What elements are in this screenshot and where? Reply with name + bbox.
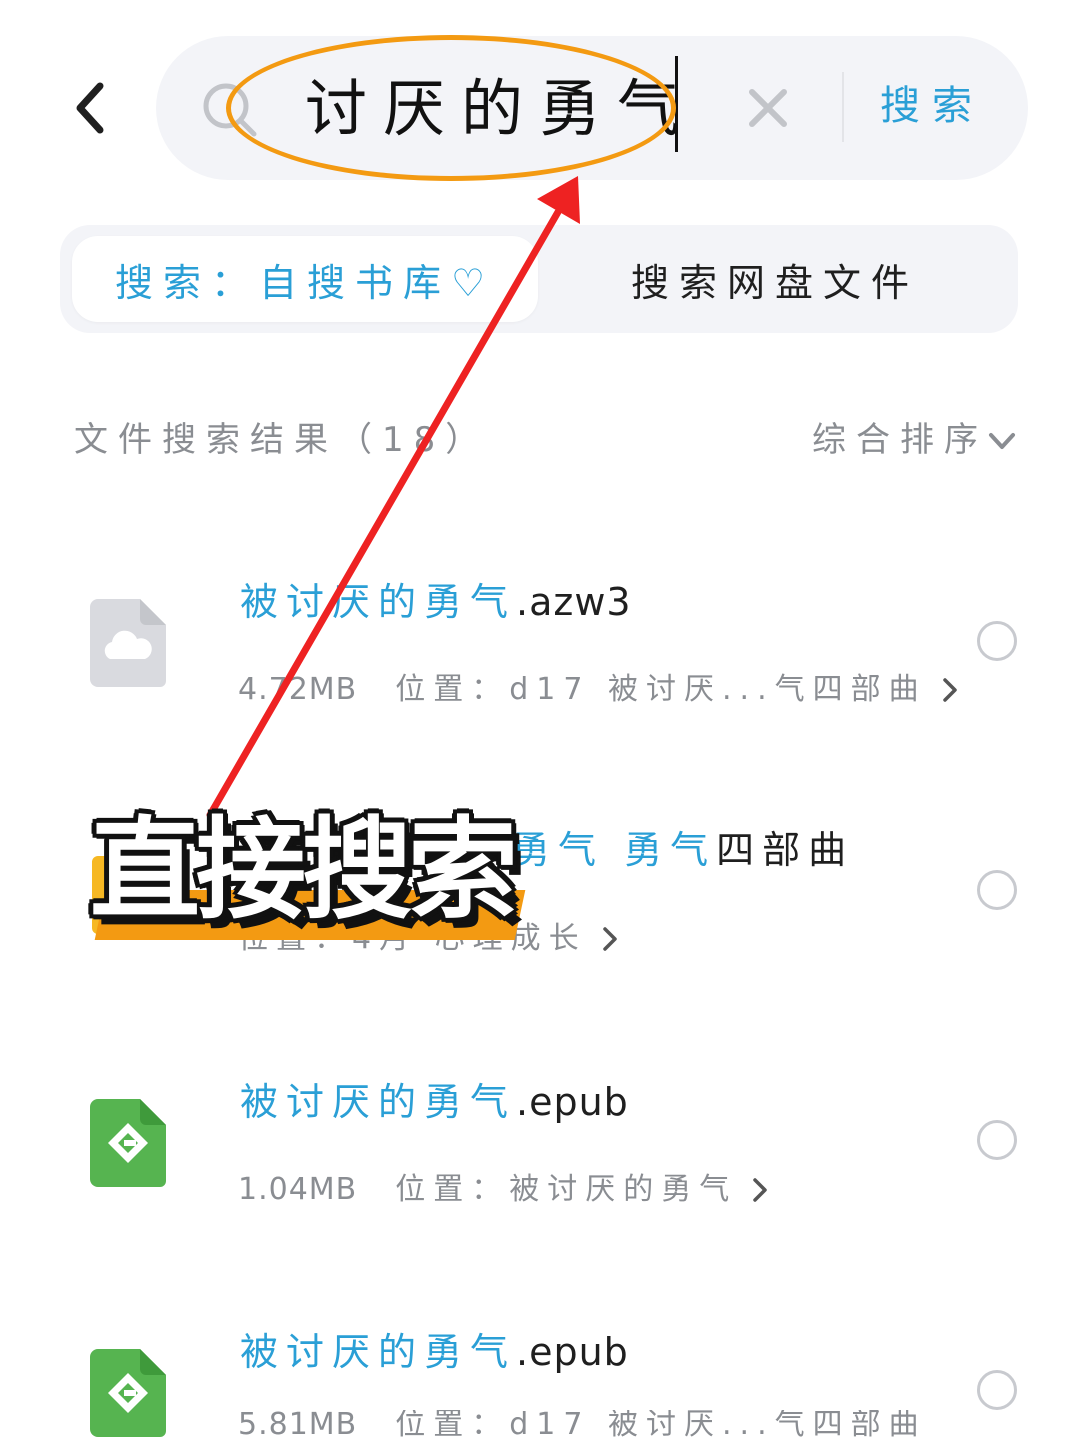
file-meta[interactable]: 4.72MB 位置：d17 被讨厌...气四部曲 <box>238 665 963 715</box>
file-location: 位置：d17 被讨厌...气四部曲 <box>395 672 927 707</box>
tab-self-library-label[interactable]: 搜索：自搜书库♡ <box>72 236 538 322</box>
file-extension: .azw3 <box>516 580 632 624</box>
file-name[interactable]: 被讨厌的勇气.epub <box>240 1072 629 1132</box>
file-location: 位置：d17 被讨厌...气四部曲 <box>395 1410 927 1440</box>
results-count-title: 文件搜索结果（18） <box>74 420 490 460</box>
file-size: 5.81MB <box>238 1410 358 1440</box>
select-radio[interactable] <box>977 1120 1017 1160</box>
select-radio[interactable] <box>977 621 1017 661</box>
file-size: 1.04MB <box>238 1172 358 1207</box>
file-name-highlight: 被讨厌的勇气 <box>240 580 517 624</box>
chevron-right-icon <box>753 1178 768 1202</box>
epub-icon <box>90 1349 166 1437</box>
back-button[interactable] <box>60 72 120 144</box>
file-name-highlight: 被讨厌的勇气 <box>240 1330 517 1374</box>
file-name-highlight: 被讨厌的勇气 <box>240 1080 517 1124</box>
cloud-file-icon <box>90 599 166 687</box>
file-meta[interactable]: 1.04MB 位置：被讨厌的勇气 <box>238 1165 773 1215</box>
search-submit-button[interactable]: 搜索 <box>880 76 984 136</box>
tab-netdisk-files[interactable]: 搜索网盘文件 <box>540 236 1010 322</box>
file-name-suffix: 四部曲 <box>716 828 855 872</box>
select-radio[interactable] <box>977 870 1017 910</box>
file-name[interactable]: 被讨厌的勇气.epub <box>240 1322 629 1382</box>
overlay-caption: 直接搜索 <box>90 806 518 934</box>
file-extension: .epub <box>516 1080 629 1124</box>
file-location: 位置：被讨厌的勇气 <box>395 1172 738 1207</box>
search-divider <box>842 72 844 142</box>
chevron-right-icon <box>942 678 957 702</box>
file-name-highlight: 勇气 勇气 <box>512 828 717 872</box>
chevron-left-icon <box>76 82 104 134</box>
file-name[interactable]: 被讨厌的勇气.azw3 <box>240 572 632 632</box>
sort-dropdown[interactable]: 综合排序 <box>812 412 988 468</box>
chevron-down-icon[interactable] <box>985 424 1019 458</box>
file-size: 4.72MB <box>238 672 358 707</box>
file-extension: .epub <box>516 1330 629 1374</box>
clear-icon[interactable] <box>740 80 796 136</box>
highlight-ellipse <box>226 35 676 181</box>
file-meta[interactable]: 5.81MB 位置：d17 被讨厌...气四部曲 <box>238 1410 927 1440</box>
chevron-right-icon <box>602 927 617 951</box>
select-radio[interactable] <box>977 1370 1017 1410</box>
epub-icon <box>90 1099 166 1187</box>
